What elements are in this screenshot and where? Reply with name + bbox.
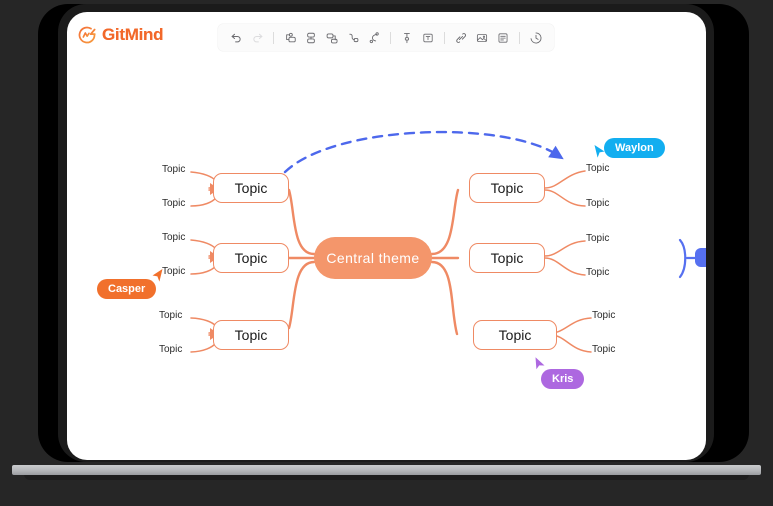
collaborator-name: Kris [552,373,574,385]
app-logo[interactable]: GitMind [77,25,163,45]
undo-icon[interactable] [226,28,246,48]
topic-node-label: Topic [490,250,524,266]
topic-node-label: Topic [498,327,532,343]
link-icon[interactable] [451,28,471,48]
add-relation-icon[interactable] [364,28,384,48]
note-icon[interactable] [493,28,513,48]
toolbar-separator [519,31,520,44]
leaf-node-label: Topic [162,266,186,277]
collaborator-name: Casper [108,283,146,295]
leaf-node-label: Topic [592,310,616,321]
leaf-node-bottom-right-2[interactable]: Topic [592,344,615,355]
editor-toolbar [218,24,554,51]
device-stand-bar [12,465,761,475]
collapsed-group-bracket [678,238,687,279]
relationship-arrow [283,130,564,174]
format-brush-icon[interactable] [397,28,417,48]
topic-node-top-right[interactable]: Topic [469,173,545,203]
collaborator-badge-kris[interactable]: Kris [541,369,585,389]
laptop-mockup: GitMind Central theme Topic Topic Topic … [0,0,773,506]
leaf-node-label: Topic [162,232,186,243]
central-theme-label: Central theme [326,250,420,266]
leaf-node-top-left-2[interactable]: Topic [162,198,185,209]
topic-node-bottom-right[interactable]: Topic [473,320,557,350]
redo-icon[interactable] [247,28,267,48]
topic-node-middle-left[interactable]: Topic [213,243,289,273]
toolbar-separator [444,31,445,44]
leaf-node-label: Topic [159,310,183,321]
mindmap-canvas[interactable]: Central theme Topic Topic Topic Topic To… [67,60,706,460]
gitmind-logo-icon [77,25,97,45]
collaborator-badge-casper[interactable]: Casper [97,279,157,299]
collaborator-name: Waylon [615,142,654,154]
leaf-node-middle-right-2[interactable]: Topic [586,267,609,278]
topic-node-middle-right[interactable]: Topic [469,243,545,273]
toolbar-separator [273,31,274,44]
leaf-node-middle-left-1[interactable]: Topic [162,232,185,243]
add-summary-icon[interactable] [343,28,363,48]
leaf-node-label: Topic [159,344,183,355]
add-child-node-icon[interactable] [322,28,342,48]
leaf-node-middle-right-1[interactable]: Topic [586,233,609,244]
collapsed-group-chip[interactable] [695,248,706,267]
app-logo-text: GitMind [102,25,164,44]
leaf-node-top-right-2[interactable]: Topic [586,198,609,209]
leaf-node-label: Topic [592,344,616,355]
leaf-node-label: Topic [162,198,186,209]
app-screen: GitMind Central theme Topic Topic Topic … [67,12,706,460]
leaf-node-label: Topic [162,164,186,175]
history-icon[interactable] [526,28,546,48]
toolbar-separator [390,31,391,44]
leaf-node-bottom-right-1[interactable]: Topic [592,310,615,321]
text-style-icon[interactable] [418,28,438,48]
topic-node-label: Topic [234,180,268,196]
leaf-node-bottom-left-1[interactable]: Topic [159,310,182,321]
leaf-node-middle-left-2[interactable]: Topic [162,266,185,277]
leaf-node-label: Topic [586,233,610,244]
central-theme-node[interactable]: Central theme [314,237,432,279]
leaf-node-label: Topic [586,198,610,209]
leaf-node-label: Topic [586,267,610,278]
image-icon[interactable] [472,28,492,48]
add-sibling-node-icon[interactable] [280,28,300,48]
app-header: GitMind [67,12,706,60]
topic-node-label: Topic [234,327,268,343]
leaf-node-bottom-left-2[interactable]: Topic [159,344,182,355]
add-parent-node-icon[interactable] [301,28,321,48]
topic-node-label: Topic [234,250,268,266]
topic-node-top-left[interactable]: Topic [213,173,289,203]
topic-node-bottom-left[interactable]: Topic [213,320,289,350]
collaborator-badge-waylon[interactable]: Waylon [604,138,665,158]
topic-node-label: Topic [490,180,524,196]
leaf-node-top-left-1[interactable]: Topic [162,164,185,175]
